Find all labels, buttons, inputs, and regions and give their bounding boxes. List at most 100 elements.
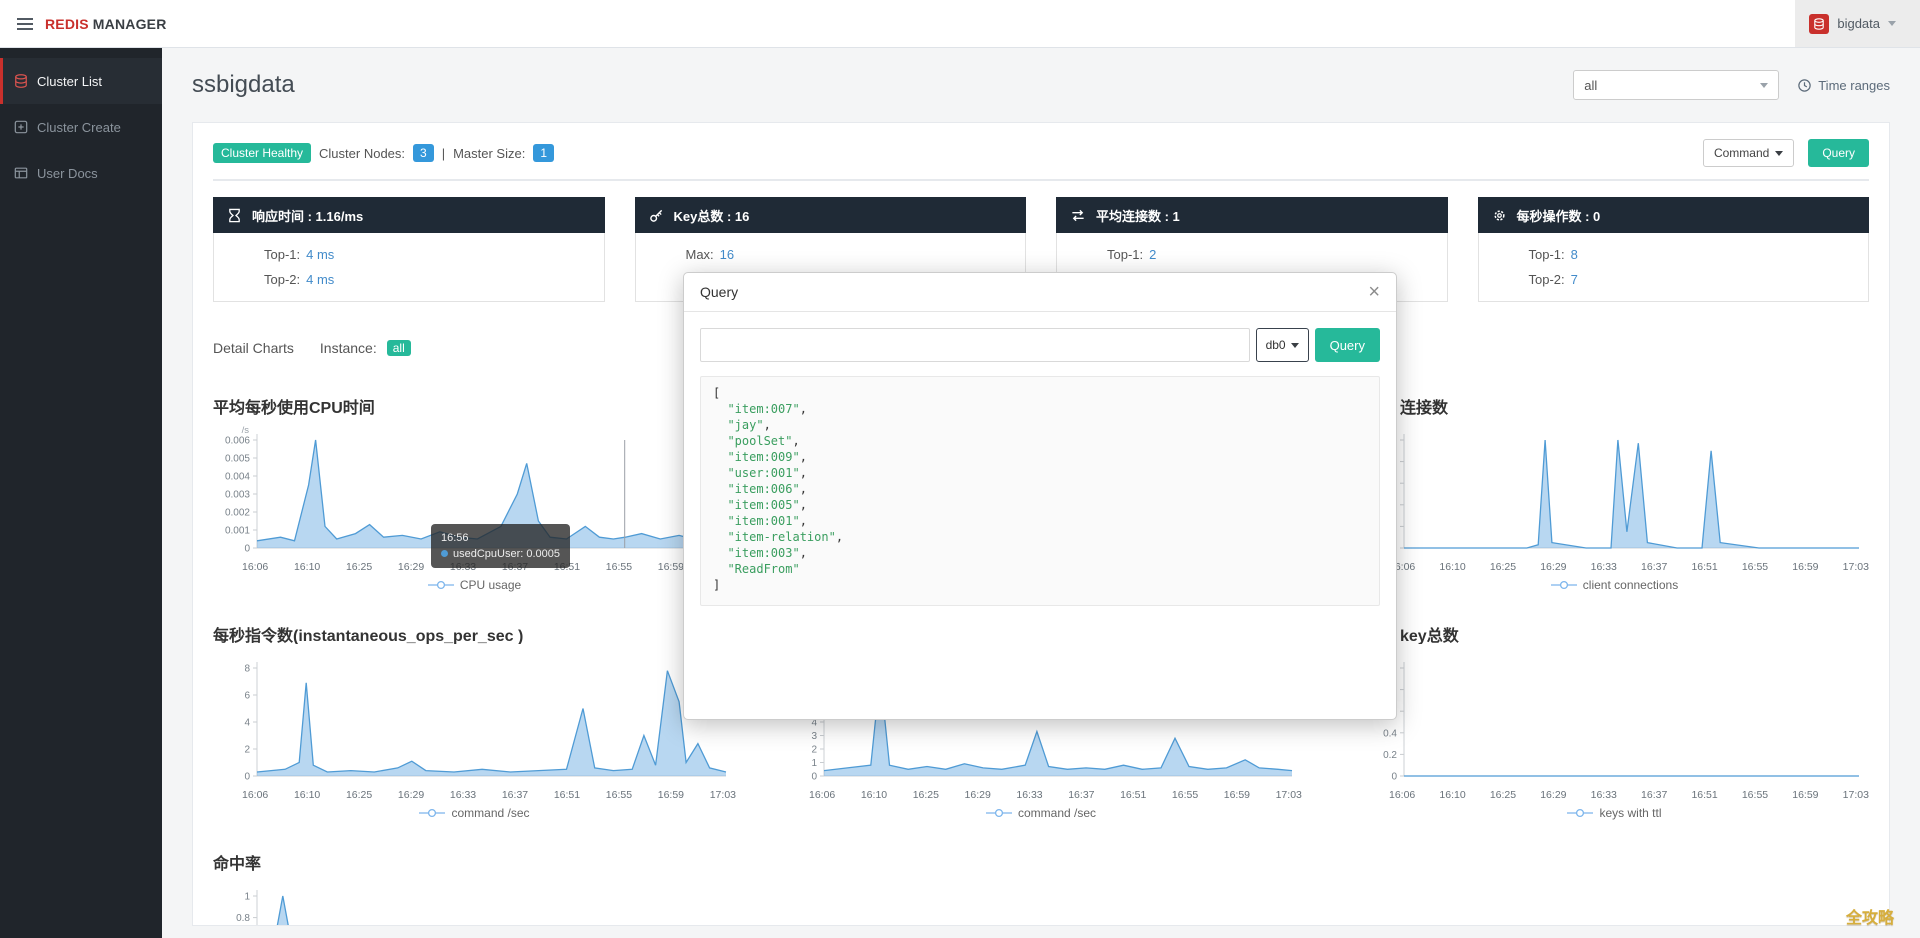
svg-text:0.004: 0.004 — [225, 472, 250, 483]
chart-legend[interactable]: keys with ttl — [1360, 806, 1869, 820]
stat-row: Top-1: 2 — [1107, 242, 1447, 267]
chart-plot[interactable]: 00.20.40.60.81 — [213, 880, 736, 926]
chart-legend[interactable]: command /sec — [780, 806, 1302, 820]
sidebar: Cluster List Cluster Create User Docs — [0, 48, 162, 938]
chart-legend[interactable]: command /sec — [213, 806, 736, 820]
stat-value: 16 — [719, 247, 735, 262]
cluster-actions: Command Query — [1702, 139, 1869, 167]
nodes-count-badge: 3 — [413, 144, 434, 162]
chart-title: 平均每秒使用CPU时间 — [213, 400, 375, 416]
stat-row: Top-1: 4 ms — [264, 242, 604, 267]
chart-cpu-usage: 平均每秒使用CPU时间/s 0 0.001 0.002 0.003 0.004 0.005 0… — [213, 394, 736, 592]
time-ranges-label: Time ranges — [1818, 77, 1890, 93]
chart-plot[interactable]: 11.21.41.61.82 — [1360, 424, 1869, 555]
svg-text:0: 0 — [811, 772, 817, 783]
page-title: ssbigdata — [192, 71, 295, 98]
db-select-button[interactable]: db0 — [1255, 328, 1309, 362]
card-title: 响应时间 : 1.16/ms — [252, 208, 364, 224]
stat-value: 7 — [1570, 272, 1578, 287]
app-logo[interactable]: REDIS MANAGER — [45, 16, 167, 32]
svg-text:0: 0 — [1391, 772, 1397, 783]
page-header: ssbigdata all Time ranges — [192, 48, 1890, 122]
chevron-down-icon — [1775, 150, 1784, 156]
legend-marker-icon — [419, 808, 446, 818]
modal-header: Query × — [684, 273, 1396, 312]
range-select-value: all — [1584, 77, 1598, 93]
svg-text:0.006: 0.006 — [225, 436, 250, 447]
user-menu[interactable]: bigdata — [1795, 0, 1920, 47]
detail-charts-label: Detail Charts — [213, 340, 294, 356]
sidebar-item-label: Cluster List — [37, 73, 103, 89]
clock-icon — [1798, 78, 1811, 92]
x-axis-labels: 16:0616:1016:2516:2916:3316:3716:5116:55… — [1389, 789, 1869, 801]
legend-marker-icon — [427, 580, 454, 590]
query-input-row: db0 Query — [700, 328, 1380, 362]
chart-title: 连接数 — [1400, 400, 1449, 416]
gear-icon — [1493, 209, 1505, 221]
svg-text:6: 6 — [244, 691, 250, 702]
svg-text:0.005: 0.005 — [225, 454, 250, 465]
stat-label: Top-1: — [1528, 247, 1565, 262]
stat-label: Max: — [685, 247, 714, 262]
svg-text:3: 3 — [811, 731, 817, 742]
query-result: [ "item:007", "jay", "poolSet", "item:00… — [700, 376, 1380, 606]
menu-toggle-icon[interactable] — [16, 17, 34, 31]
chart-legend[interactable]: CPU usage — [213, 578, 736, 592]
chart-legend[interactable]: client connections — [1360, 578, 1869, 592]
stat-label: Top-2: — [1528, 272, 1565, 287]
stat-card-response-time: 响应时间 : 1.16/ms Top-1: 4 ms Top-2: 4 ms — [213, 197, 605, 302]
chart-hit-rate: 命中率00.20.40.60.81 — [213, 850, 736, 926]
exchange-arrows-icon — [1072, 209, 1084, 221]
svg-text:2: 2 — [811, 745, 817, 756]
modal-body: db0 Query [ "item:007", "jay", "poolSet"… — [684, 312, 1396, 622]
svg-text:0.8: 0.8 — [236, 913, 250, 924]
master-size-label: Master Size: — [453, 145, 526, 161]
redis-logo-icon — [1809, 13, 1830, 34]
database-icon — [15, 74, 27, 88]
close-icon[interactable]: × — [1368, 282, 1380, 302]
svg-text:4: 4 — [244, 718, 250, 729]
stat-row: Top-1: 8 — [1529, 242, 1869, 267]
instance-badge[interactable]: all — [386, 340, 411, 356]
modal-query-button[interactable]: Query — [1314, 328, 1380, 362]
health-badge: Cluster Healthy — [213, 143, 312, 163]
sidebar-item-label: User Docs — [37, 165, 98, 181]
time-ranges-button[interactable]: Time ranges — [1797, 78, 1890, 93]
cluster-status-bar: Cluster Healthy Cluster Nodes: 3 | Maste… — [213, 139, 1869, 181]
svg-text:/s: /s — [242, 425, 250, 436]
hamburger-icon — [17, 17, 33, 30]
modal-title: Query — [700, 284, 739, 300]
instance-label: Instance: — [319, 340, 377, 356]
brand-redis: REDIS — [45, 15, 89, 32]
chart-plot[interactable]: 0 2 4 6 8 — [213, 652, 736, 783]
master-count-badge: 1 — [533, 144, 555, 162]
command-dropdown-button[interactable]: Command — [1702, 139, 1795, 167]
stat-value: 4 ms — [306, 247, 335, 262]
sidebar-item-cluster-list[interactable]: Cluster List — [0, 58, 162, 104]
db-button-label: db0 — [1265, 338, 1286, 352]
watermark: 全攻略 — [1845, 910, 1894, 927]
stat-value: 2 — [1149, 247, 1157, 262]
query-button[interactable]: Query — [1808, 139, 1869, 167]
hourglass-icon — [229, 208, 240, 222]
brand-manager: MANAGER — [92, 15, 167, 32]
series-dot-icon — [441, 550, 448, 557]
stat-row: Max: 16 — [686, 242, 1026, 267]
chart-keys-with-ttl: key总数00.20.40.60.8116:0616:1016:2516:291… — [1346, 622, 1869, 820]
svg-text:0.003: 0.003 — [225, 490, 250, 501]
query-input[interactable] — [700, 328, 1250, 362]
svg-text:0.001: 0.001 — [225, 526, 250, 537]
sidebar-item-label: Cluster Create — [37, 119, 121, 135]
header-controls: all Time ranges — [1573, 70, 1890, 100]
range-select[interactable]: all — [1573, 70, 1780, 100]
stat-value: 8 — [1570, 247, 1578, 262]
sidebar-item-cluster-create[interactable]: Cluster Create — [0, 104, 162, 150]
x-axis-labels: 16:0616:1016:2516:2916:3316:3716:5116:55… — [242, 789, 736, 801]
sidebar-item-user-docs[interactable]: User Docs — [0, 150, 162, 196]
separator: | — [441, 145, 446, 161]
chart-plot[interactable]: 00.20.40.60.81 — [1360, 652, 1869, 783]
stat-card-ops-per-sec: 每秒操作数 : 0 Top-1: 8 Top-2: 7 — [1477, 197, 1869, 302]
svg-text:0.4: 0.4 — [1383, 728, 1397, 739]
chart-ops-per-sec: 每秒指令数(instantaneous_ops_per_sec ) 0 2 4 6 8 16… — [213, 622, 736, 820]
docs-icon — [14, 167, 28, 179]
